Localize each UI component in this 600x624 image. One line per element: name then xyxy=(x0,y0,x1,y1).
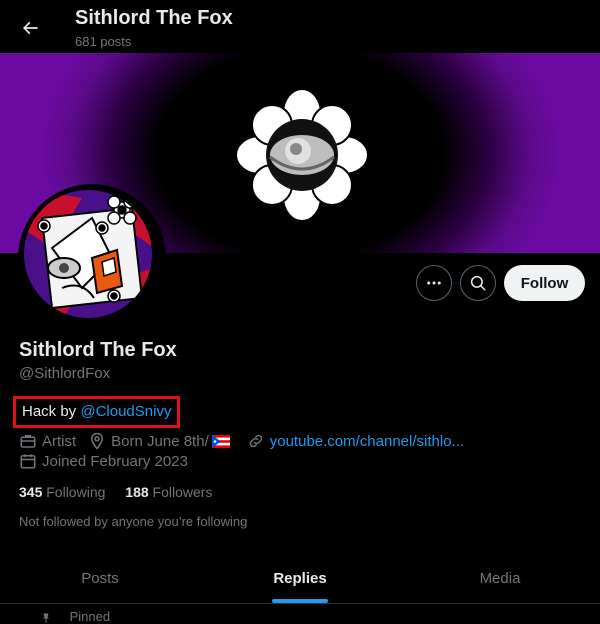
location-icon xyxy=(91,432,104,450)
back-arrow-icon xyxy=(22,21,38,35)
joined-item: Joined February 2023 xyxy=(19,452,188,470)
avatar-image xyxy=(22,188,154,320)
page-title: Sithlord The Fox xyxy=(75,7,233,29)
website-link[interactable]: youtube.com/channel/sithlo... xyxy=(270,433,464,450)
top-bar: Sithlord The Fox 681 posts xyxy=(0,0,600,53)
profile-tabs: Posts Replies Media xyxy=(0,553,600,603)
profile-meta: Artist Born June 8th/ youtube.com/channe… xyxy=(19,432,476,450)
tab-replies[interactable]: Replies xyxy=(200,553,400,603)
search-button[interactable] xyxy=(460,265,496,301)
tab-replies-label: Replies xyxy=(273,569,327,587)
briefcase-icon xyxy=(20,435,36,448)
profile-bio: Hack by @CloudSnivy xyxy=(13,396,181,428)
tab-posts[interactable]: Posts xyxy=(0,553,200,603)
website-item[interactable]: youtube.com/channel/sithlo... xyxy=(247,432,464,450)
flower-eye-image xyxy=(236,89,368,221)
profession-text: Artist xyxy=(42,432,77,450)
followers-count: 188 xyxy=(125,484,149,500)
avatar[interactable] xyxy=(18,184,166,332)
tabs-divider xyxy=(0,603,600,604)
birthday-text: Born June 8th/ xyxy=(111,432,209,450)
following-label: Following xyxy=(46,484,106,500)
profile-display-name: Sithlord The Fox xyxy=(19,339,177,361)
link-icon xyxy=(249,434,263,448)
profile-handle: @SithlordFox xyxy=(19,365,111,382)
search-icon xyxy=(470,275,486,291)
calendar-icon xyxy=(20,454,36,469)
posts-count: 681 posts xyxy=(75,34,132,49)
birthday-item: Born June 8th/ xyxy=(88,432,235,450)
more-button[interactable] xyxy=(416,265,452,301)
back-button[interactable] xyxy=(14,12,46,44)
follow-button[interactable]: Follow xyxy=(504,265,585,301)
bio-text: Hack by xyxy=(22,403,81,420)
more-icon xyxy=(427,281,441,285)
joined-row: Joined February 2023 xyxy=(19,452,200,470)
followers-label: Followers xyxy=(152,484,213,500)
following-link[interactable]: 345 Following xyxy=(19,484,105,500)
following-count: 345 xyxy=(19,484,43,500)
profession-item: Artist xyxy=(19,432,76,450)
follow-stats: 345 Following 188 Followers xyxy=(19,484,228,500)
not-followed-text: Not followed by anyone you’re following xyxy=(19,514,248,529)
flag-icon xyxy=(211,434,230,448)
tab-media-label: Media xyxy=(479,569,521,587)
joined-text: Joined February 2023 xyxy=(42,452,188,470)
pin-icon xyxy=(43,613,49,623)
followers-link[interactable]: 188 Followers xyxy=(125,484,212,500)
bio-mention-link[interactable]: @CloudSnivy xyxy=(80,403,171,420)
tab-posts-label: Posts xyxy=(81,569,119,587)
tab-media[interactable]: Media xyxy=(400,553,600,603)
